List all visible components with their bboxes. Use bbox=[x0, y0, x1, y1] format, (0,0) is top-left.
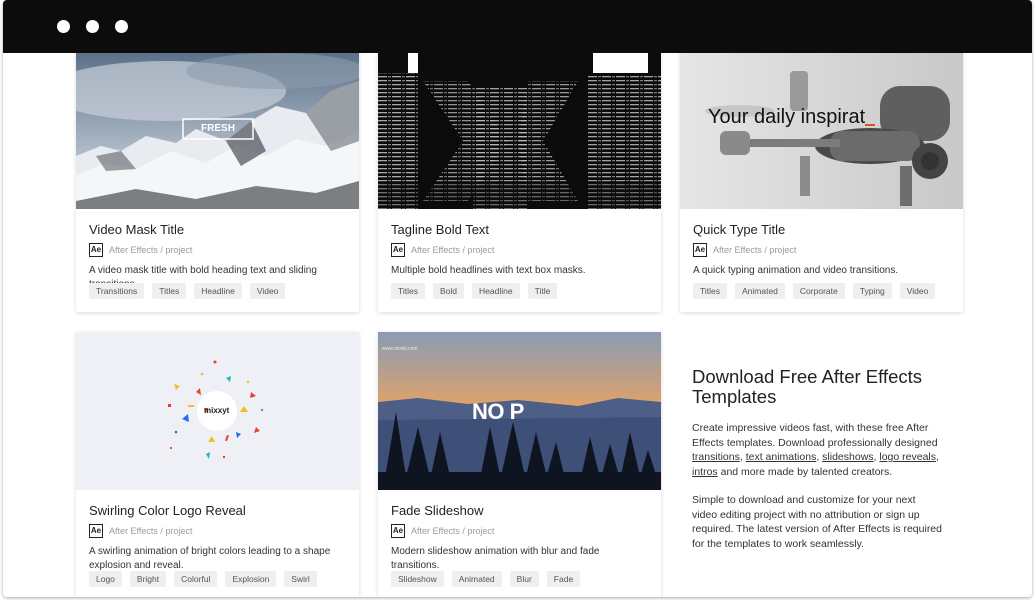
tag[interactable]: Video bbox=[899, 283, 936, 299]
card-title[interactable]: Swirling Color Logo Reveal bbox=[89, 503, 346, 519]
tag[interactable]: Colorful bbox=[174, 571, 218, 587]
link-slideshows[interactable]: slideshows bbox=[822, 451, 873, 463]
card-thumbnail[interactable]: Your daily inspirat bbox=[680, 53, 963, 209]
tag[interactable]: Headline bbox=[194, 283, 242, 299]
template-card[interactable]: Tagline Bold Text Ae After Effects / pro… bbox=[378, 53, 661, 312]
after-effects-icon: Ae bbox=[391, 524, 405, 538]
template-card[interactable]: FRESH Video Mask Title Ae After Effects … bbox=[76, 53, 359, 312]
window-titlebar bbox=[3, 0, 1032, 53]
card-description: A swirling animation of bright colors le… bbox=[89, 546, 331, 571]
template-card[interactable]: www.mixkit.com NO P Fade Slideshow Ae Af… bbox=[378, 332, 661, 597]
card-title[interactable]: Quick Type Title bbox=[693, 222, 950, 238]
card-meta: After Effects / project bbox=[109, 526, 193, 536]
link-intros[interactable]: intros bbox=[692, 466, 718, 478]
mixxyt-logo: mixxyt bbox=[204, 406, 230, 415]
window-maximize-dot[interactable] bbox=[115, 20, 128, 33]
tag[interactable]: Bright bbox=[129, 571, 167, 587]
card-thumbnail[interactable]: www.mixkit.com NO P bbox=[378, 332, 661, 490]
thumb-overlay-text: FRESH bbox=[201, 123, 235, 134]
card-thumbnail[interactable]: mixxyt bbox=[76, 332, 359, 490]
intro-text-end: and more made by talented creators. bbox=[717, 465, 893, 478]
after-effects-icon: Ae bbox=[89, 524, 103, 538]
card-description: Modern slideshow animation with blur and… bbox=[391, 546, 600, 571]
card-title[interactable]: Video Mask Title bbox=[89, 222, 346, 238]
tag[interactable]: Fade bbox=[546, 571, 581, 587]
window-close-dot[interactable] bbox=[57, 20, 70, 33]
link-text-animations[interactable]: text animations bbox=[746, 451, 817, 463]
card-description: Multiple bold headlines with text box ma… bbox=[391, 265, 586, 276]
tag[interactable]: Logo bbox=[89, 571, 122, 587]
tag[interactable]: Animated bbox=[451, 571, 502, 587]
card-tags: Transitions Titles Headline Video bbox=[89, 283, 286, 299]
text-texture-image bbox=[378, 53, 661, 209]
tag[interactable]: Transitions bbox=[89, 283, 145, 299]
section-heading: Download Free After Effects Templates bbox=[692, 366, 922, 407]
intro-paragraph: Create impressive videos fast, with thes… bbox=[692, 421, 942, 479]
card-description: A quick typing animation and video trans… bbox=[693, 265, 899, 276]
tag[interactable]: Swirl bbox=[284, 571, 317, 587]
card-tags: Slideshow Animated Blur Fade bbox=[391, 571, 581, 587]
info-section: Download Free After Effects Templates Cr… bbox=[692, 367, 942, 551]
tag[interactable]: Typing bbox=[852, 283, 892, 299]
thumb-overlay-text: Your daily inspirat bbox=[708, 106, 866, 128]
card-tags: Titles Bold Headline Title bbox=[391, 283, 558, 299]
card-title[interactable]: Fade Slideshow bbox=[391, 503, 648, 519]
link-logo-reveals[interactable]: logo reveals bbox=[879, 451, 936, 463]
thumb-watermark-text: www.mixkit.com bbox=[382, 346, 418, 352]
card-tags: Logo Bright Colorful Explosion Swirl bbox=[89, 571, 317, 587]
thumb-overlay-text: NO P bbox=[472, 399, 524, 424]
tag[interactable]: Video bbox=[249, 283, 286, 299]
drone-image bbox=[680, 53, 963, 209]
tag[interactable]: Corporate bbox=[792, 283, 845, 299]
after-effects-icon: Ae bbox=[693, 243, 707, 257]
tag[interactable]: Explosion bbox=[225, 571, 277, 587]
card-meta: After Effects / project bbox=[411, 526, 495, 536]
after-effects-icon: Ae bbox=[89, 243, 103, 257]
tag[interactable]: Animated bbox=[735, 283, 785, 299]
card-tags: Titles Animated Corporate Typing Video bbox=[693, 283, 936, 299]
card-meta: After Effects / project bbox=[109, 245, 193, 255]
card-thumbnail[interactable]: FRESH bbox=[76, 53, 359, 209]
template-card[interactable]: Your daily inspirat Quick Type Title Ae … bbox=[680, 53, 963, 312]
card-meta: After Effects / project bbox=[713, 245, 797, 255]
tag[interactable]: Titles bbox=[152, 283, 187, 299]
card-meta: After Effects / project bbox=[411, 245, 495, 255]
tag[interactable]: Bold bbox=[433, 283, 465, 299]
tag[interactable]: Slideshow bbox=[391, 571, 444, 587]
tag[interactable]: Title bbox=[527, 283, 558, 299]
tag[interactable]: Titles bbox=[693, 283, 727, 299]
tag[interactable]: Blur bbox=[509, 571, 539, 587]
details-paragraph: Simple to download and customize for you… bbox=[692, 494, 942, 550]
browser-window: FRESH Video Mask Title Ae After Effects … bbox=[3, 0, 1032, 597]
tag[interactable]: Titles bbox=[391, 283, 425, 299]
page-content: FRESH Video Mask Title Ae After Effects … bbox=[3, 53, 1032, 597]
link-transitions[interactable]: transitions bbox=[692, 451, 740, 463]
window-minimize-dot[interactable] bbox=[86, 20, 99, 33]
separator: , bbox=[936, 451, 939, 463]
card-title[interactable]: Tagline Bold Text bbox=[391, 222, 648, 238]
tag[interactable]: Headline bbox=[472, 283, 520, 299]
after-effects-icon: Ae bbox=[391, 243, 405, 257]
template-card[interactable]: mixxyt Swirling Color Logo Reveal Ae Aft… bbox=[76, 332, 359, 597]
card-thumbnail[interactable] bbox=[378, 53, 661, 209]
intro-text: Create impressive videos fast, with thes… bbox=[692, 422, 938, 449]
